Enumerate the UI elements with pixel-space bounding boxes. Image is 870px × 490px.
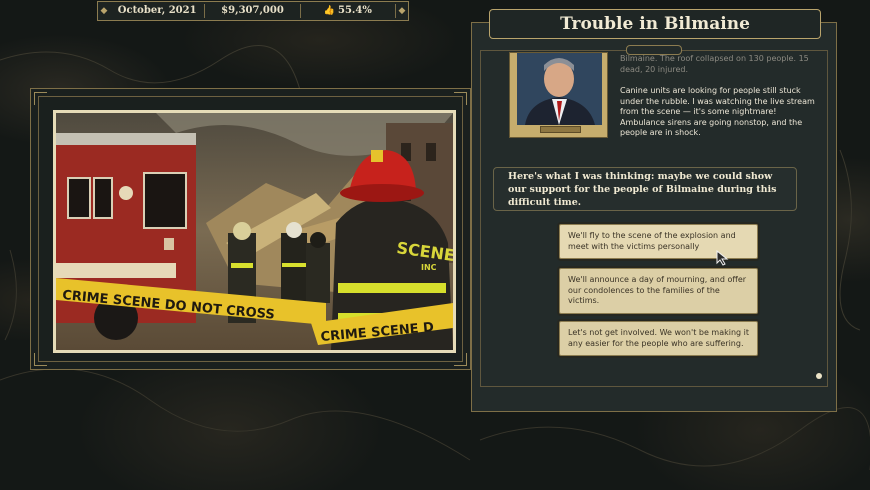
- event-title-banner: Trouble in Bilmaine: [489, 9, 821, 39]
- story-fragment: Bilmaine. The roof collapsed on 130 peop…: [620, 54, 809, 74]
- frame-corner: [454, 353, 467, 366]
- story-body: Canine units are looking for people stil…: [620, 86, 815, 137]
- jacket-text-small: INC: [421, 263, 437, 272]
- choice-day-of-mourning-button[interactable]: We'll announce a day of mourning, and of…: [559, 268, 758, 314]
- status-bar: ◆ October, 2021 $9,307,000 👍 55.4% ◆: [97, 1, 409, 21]
- portrait-nameplate: [540, 126, 581, 133]
- advisor-portrait: [509, 52, 608, 138]
- crime-scene-painting: SCENE INC CRIME SCENE DO NOT CROSS CRIME…: [56, 113, 453, 350]
- frame-corner: [34, 353, 47, 366]
- status-bar-right-cap: ◆: [398, 6, 406, 16]
- event-story: Bilmaine. The roof collapsed on 130 peop…: [620, 54, 816, 150]
- advisor-avatar: [517, 53, 602, 125]
- money-display: $9,307,000: [205, 4, 301, 18]
- approval-value: 55.4%: [338, 5, 372, 16]
- date-display: October, 2021: [110, 4, 206, 18]
- event-illustration: SCENE INC CRIME SCENE DO NOT CROSS CRIME…: [53, 110, 456, 353]
- thumbs-up-icon: 👍: [323, 6, 335, 16]
- page-indicator-dot: [816, 373, 822, 379]
- event-title: Trouble in Bilmaine: [560, 14, 750, 34]
- choice-not-involved-button[interactable]: Let's not get involved. We won't be maki…: [559, 321, 758, 356]
- mouse-cursor-icon: [716, 250, 729, 266]
- frame-corner: [34, 92, 47, 105]
- frame-corner: [454, 92, 467, 105]
- event-image-frame: SCENE INC CRIME SCENE DO NOT CROSS CRIME…: [30, 88, 471, 370]
- status-bar-left-cap: ◆: [100, 6, 108, 16]
- approval-display: 👍 55.4%: [301, 4, 396, 18]
- advisor-speech: Here's what I was thinking: maybe we cou…: [493, 167, 797, 211]
